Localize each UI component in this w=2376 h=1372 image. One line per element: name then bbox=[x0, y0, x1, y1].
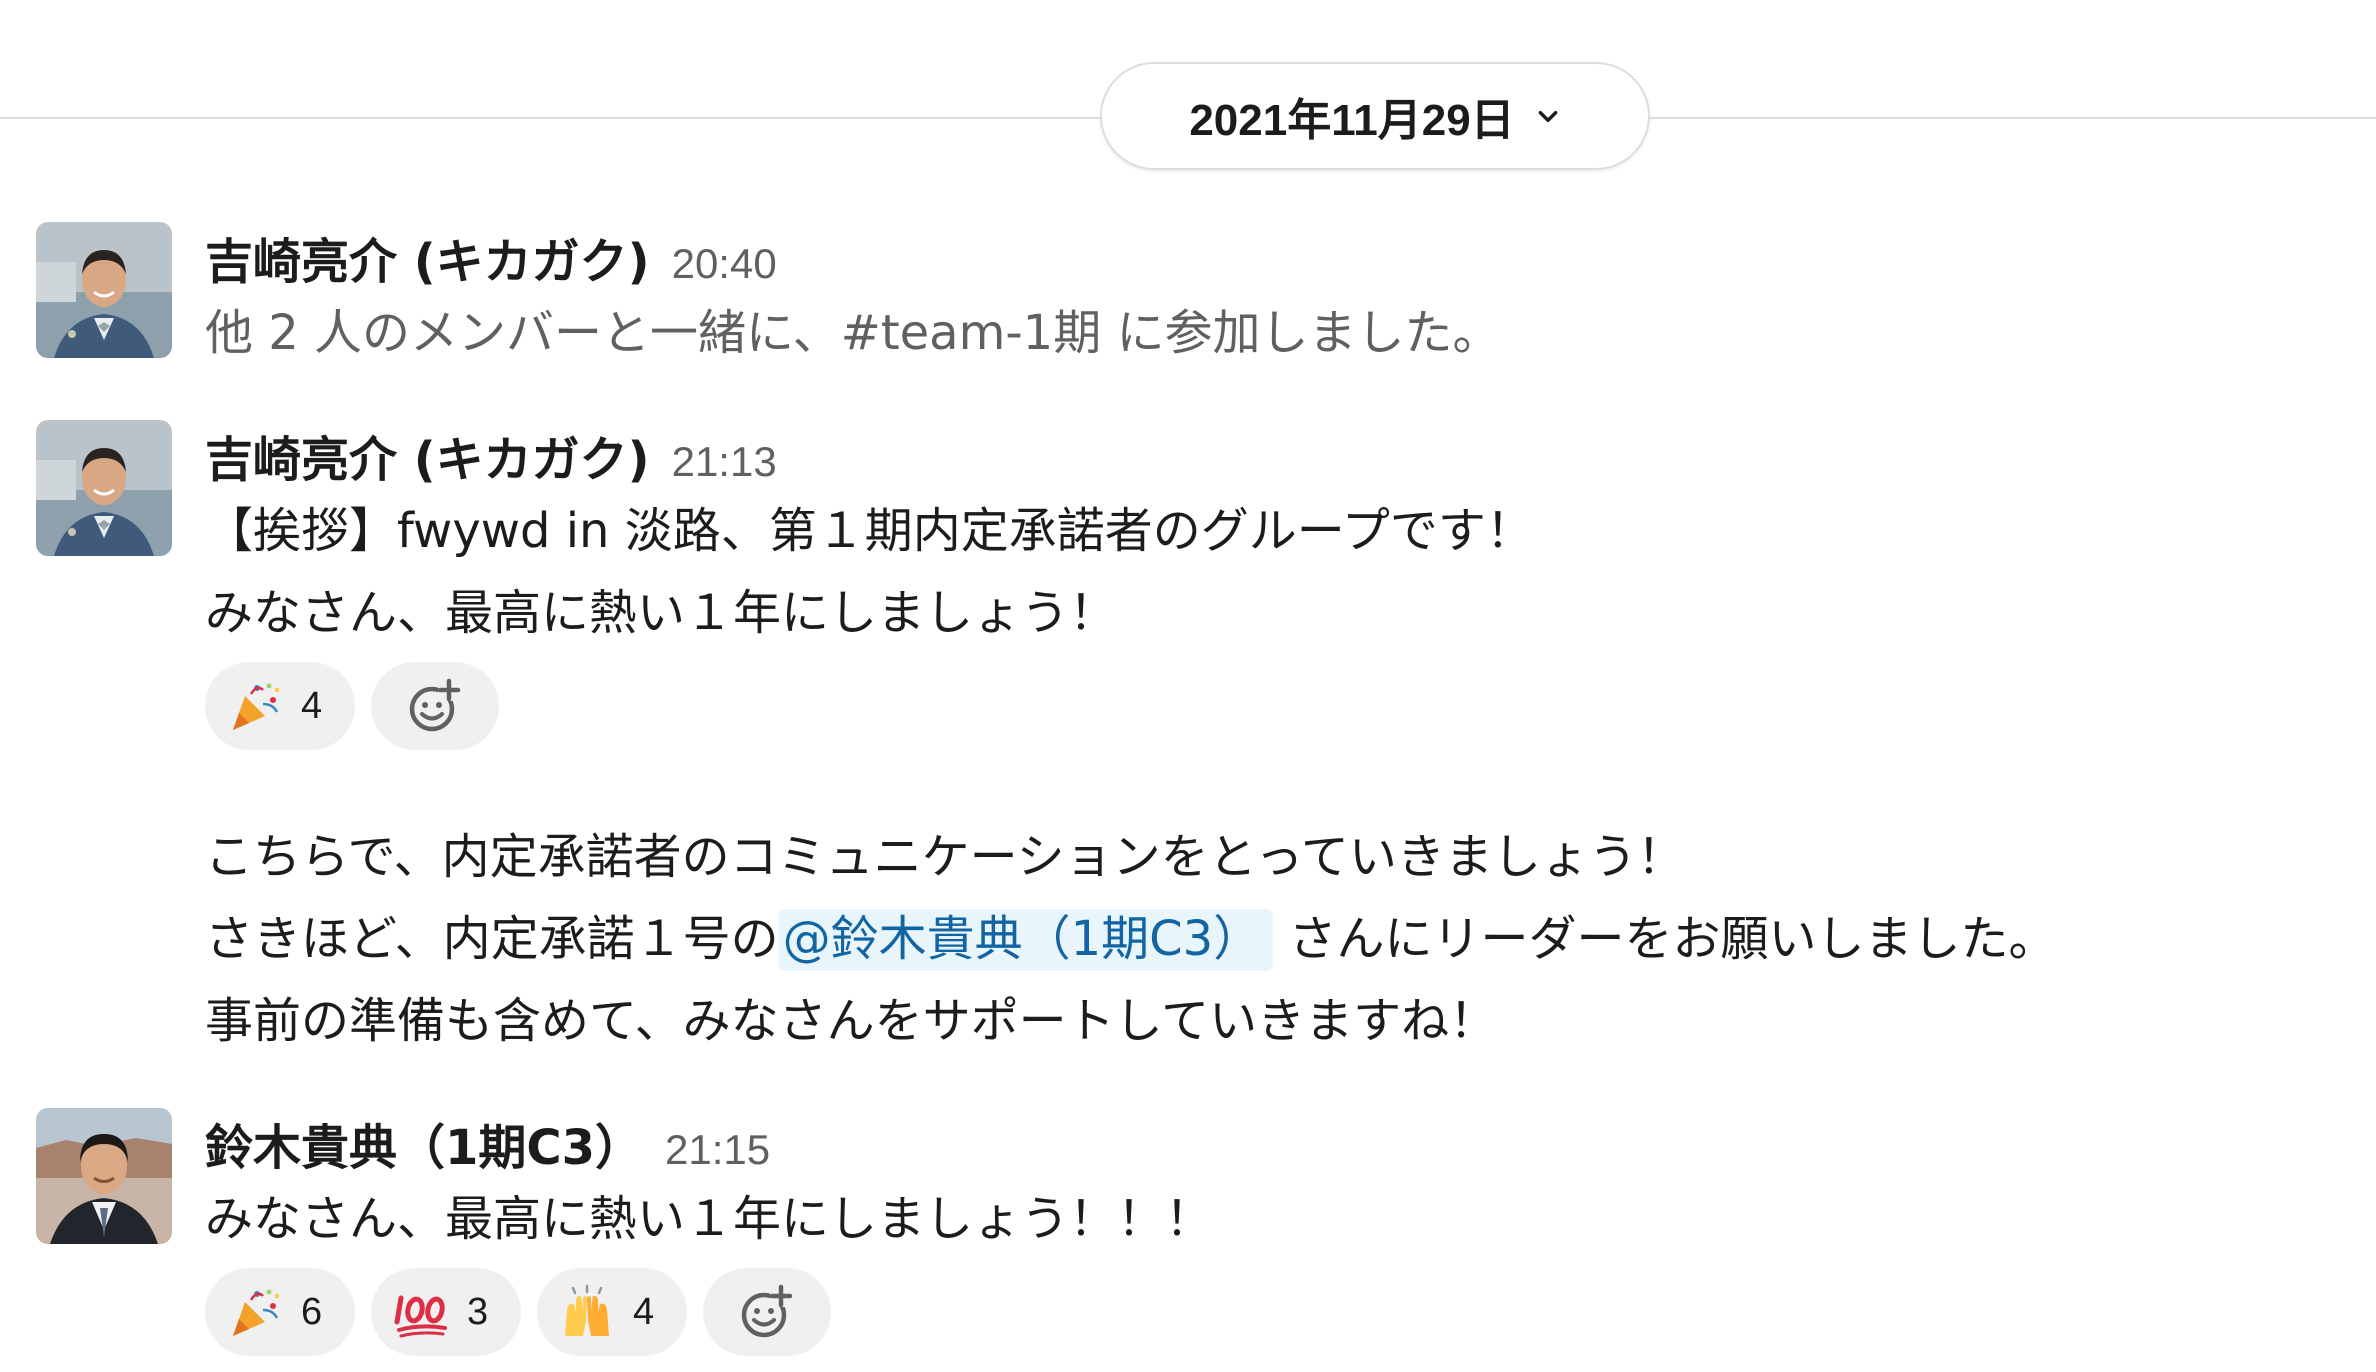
add-reaction-button[interactable] bbox=[703, 1268, 831, 1356]
reaction-count: 4 bbox=[301, 684, 323, 727]
chevron-down-icon bbox=[1538, 111, 1557, 123]
avatar[interactable] bbox=[36, 420, 172, 556]
add-reaction-icon bbox=[409, 678, 461, 732]
reaction-party-popper[interactable]: 6 bbox=[205, 1268, 355, 1356]
message-text: みなさん、最高に熱い１年にしましょう！！！ bbox=[205, 1191, 1214, 1247]
add-reaction-button[interactable] bbox=[371, 662, 499, 750]
reaction-hundred-points[interactable]: 3 bbox=[371, 1268, 521, 1356]
message-timestamp[interactable]: 20:40 bbox=[672, 240, 777, 288]
avatar[interactable] bbox=[36, 222, 172, 358]
user-mention-link[interactable]: @鈴木貴典（1期C3） bbox=[778, 909, 1274, 971]
message-text: 他 2 人のメンバーと一緒に、#team-1期 に参加しました。 bbox=[205, 305, 1501, 361]
hundred-points-icon bbox=[394, 1295, 447, 1338]
party-popper-icon bbox=[233, 683, 279, 730]
reaction-count: 6 bbox=[301, 1290, 323, 1333]
raising-hands-icon bbox=[565, 1284, 609, 1336]
avatar[interactable] bbox=[36, 1108, 172, 1244]
message-author[interactable]: 吉崎亮介 (キカガク) bbox=[205, 222, 650, 292]
reaction-count: 3 bbox=[467, 1290, 489, 1333]
message-author[interactable]: 吉崎亮介 (キカガク) bbox=[205, 420, 650, 490]
party-popper-icon bbox=[233, 1289, 279, 1336]
date-divider-label: 2021年11月29日 bbox=[1189, 96, 1515, 145]
message-timestamp[interactable]: 21:15 bbox=[665, 1126, 770, 1174]
message-text: みなさん、最高に熱い１年にしましょう！ bbox=[205, 585, 1118, 641]
message-text: 事前の準備も含めて、みなさんをサポートしていきますね！ bbox=[205, 993, 1498, 1049]
message-timestamp[interactable]: 21:13 bbox=[672, 438, 777, 486]
add-reaction-icon bbox=[741, 1284, 793, 1338]
message-text: さきほど、内定承諾１号の@鈴木貴典（1期C3） さんにリーダーをお願いしました。 bbox=[205, 898, 2336, 980]
message-text-segment: さきほど、内定承諾１号の bbox=[205, 911, 779, 967]
reaction-bar: 4 bbox=[205, 662, 2336, 750]
reaction-raising-hands[interactable]: 4 bbox=[537, 1268, 687, 1356]
reaction-bar: 6 3 4 bbox=[205, 1268, 2336, 1356]
message-author[interactable]: 鈴木貴典（1期C3） bbox=[205, 1108, 643, 1178]
message-text-segment: さんにリーダーをお願いしました。 bbox=[1273, 911, 2057, 967]
reaction-party-popper[interactable]: 4 bbox=[205, 662, 355, 750]
date-divider-button[interactable]: 2021年11月29日 bbox=[1100, 62, 1650, 170]
message-text: 【挨拶】fwywd in 淡路、第１期内定承諾者のグループです！ bbox=[205, 503, 1534, 559]
message-text: こちらで、内定承諾者のコミュニケーションをとっていきましょう！ bbox=[205, 829, 1685, 885]
reaction-count: 4 bbox=[633, 1290, 655, 1333]
